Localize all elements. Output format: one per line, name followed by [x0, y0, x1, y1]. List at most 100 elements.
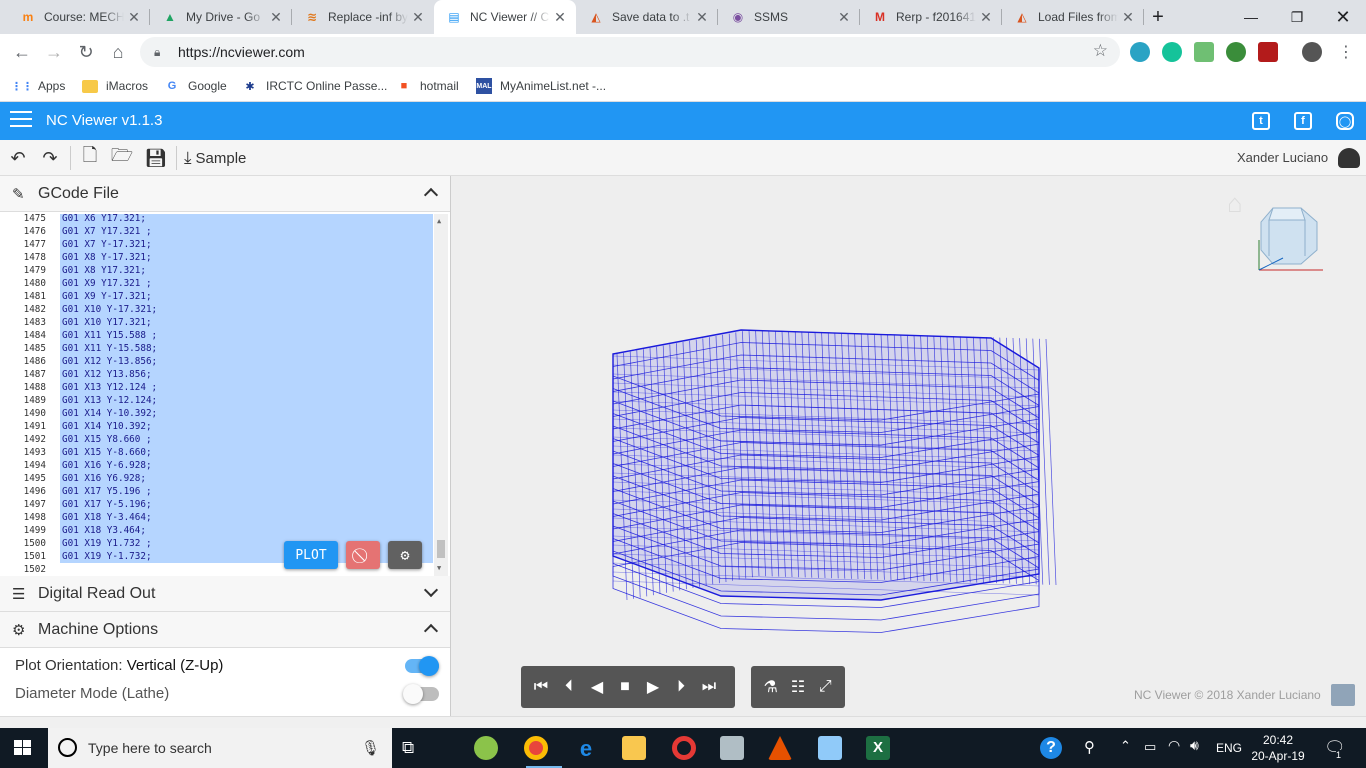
clear-cancel-icon[interactable]: ⃠ [346, 541, 380, 569]
help-icon[interactable]: ? [1040, 737, 1062, 759]
close-tab-icon[interactable]: ✕ [1118, 9, 1138, 26]
instagram-icon[interactable]: ◯ [1336, 112, 1354, 130]
notes-icon[interactable] [1331, 684, 1355, 706]
redo-icon[interactable]: ↷ [38, 146, 62, 170]
new-tab-button[interactable]: + [1143, 0, 1173, 34]
editor-scrollbar[interactable]: ▲ ▼ [434, 214, 448, 576]
task-view-icon[interactable]: ⧉ [402, 738, 414, 758]
people-icon[interactable]: ⚲ [1084, 738, 1095, 756]
flask-icon[interactable]: ⚗ [759, 675, 782, 699]
edge-icon[interactable]: e [574, 736, 598, 761]
restore-icon[interactable]: ❐ [1274, 0, 1320, 34]
browser-menu-icon[interactable]: ⋮ [1332, 38, 1360, 66]
address-bar[interactable]: 🔒︎ https://ncviewer.com ☆ [140, 37, 1120, 67]
profile-avatar[interactable] [1302, 42, 1322, 62]
close-tab-icon[interactable]: ✕ [550, 9, 570, 26]
line-number: 1484 [23, 330, 46, 341]
microphone-icon[interactable]: 🎙︎ [361, 739, 380, 757]
settings-gear-icon[interactable]: ⚙ [388, 541, 422, 569]
gcode-editor[interactable]: 1475 G01 X6 Y17.321; 1476 G01 X7 Y17.321 ; 1… [0, 214, 450, 576]
back-icon[interactable]: ← [8, 38, 36, 66]
action-center-icon[interactable]: 🗨︎ [1324, 738, 1346, 758]
sample-button[interactable]: ⤓ Sample [184, 146, 246, 170]
browser-tab[interactable]: m Course: MECH ✕ [8, 0, 150, 34]
browser-tab[interactable]: ▲ My Drive - Go ✕ [150, 0, 292, 34]
bookmark-item[interactable]: iMacros [82, 76, 148, 96]
undo-icon[interactable]: ↶ [6, 146, 30, 170]
fullscreen-icon[interactable]: ⤢ [814, 675, 837, 699]
plot-button[interactable]: PLOT [284, 541, 338, 569]
browser-tab[interactable]: ≋ Replace -inf by ✕ [292, 0, 434, 34]
bookmark-item[interactable]: ■ hotmail [396, 76, 459, 96]
scrollbar-thumb[interactable] [437, 540, 445, 558]
close-tab-icon[interactable]: ✕ [976, 9, 996, 26]
gcode-panel-header[interactable]: ✎ GCode File [0, 176, 450, 212]
matlab-taskbar-icon[interactable] [768, 736, 792, 760]
app-icon-grey[interactable] [720, 736, 744, 760]
plot-orientation-toggle[interactable] [405, 656, 439, 676]
step-forward-icon[interactable]: ⏵ [669, 675, 693, 699]
skip-to-start-icon[interactable]: ⏮ [529, 675, 553, 699]
excel-icon[interactable]: X [866, 736, 890, 760]
speedometer-icon[interactable] [1338, 148, 1360, 168]
chevron-up-tray-icon[interactable]: ⌃ [1120, 738, 1131, 754]
opera-icon[interactable] [672, 736, 696, 760]
browser-tab[interactable]: M Rerp - f201641 ✕ [860, 0, 1002, 34]
step-back-icon[interactable]: ⏴ [557, 675, 581, 699]
battery-icon[interactable]: ▭ [1144, 739, 1156, 755]
twitter-icon[interactable]: t [1252, 112, 1270, 130]
clock[interactable]: 20:42 20-Apr-19 [1248, 732, 1308, 764]
app-icon-green-ring[interactable] [474, 736, 498, 760]
skip-to-end-icon[interactable]: ⏭ [697, 675, 721, 699]
browser-tab[interactable]: ◭ Save data to .t ✕ [576, 0, 718, 34]
machine-options-header[interactable]: ⚙ Machine Options [0, 612, 450, 648]
open-folder-icon[interactable]: 🗁︎ [110, 145, 134, 170]
home-view-icon[interactable]: ⌂ [1227, 188, 1243, 219]
dro-panel-header[interactable]: ☰ Digital Read Out [0, 576, 450, 612]
rewind-icon[interactable]: ◀ [585, 675, 609, 699]
extension-mail-icon[interactable] [1194, 42, 1214, 62]
folder-icon [82, 79, 98, 93]
browser-tab[interactable]: ▤ NC Viewer // C ✕ [434, 0, 576, 34]
new-file-icon[interactable]: 🗋︎ [78, 145, 102, 170]
windows-start-icon[interactable] [14, 740, 32, 756]
save-icon[interactable]: 💾︎ [144, 146, 168, 170]
close-tab-icon[interactable]: ✕ [834, 9, 854, 26]
bookmark-star-icon[interactable]: ☆ [1093, 41, 1108, 61]
bookmark-item[interactable]: ✱ IRCTC Online Passe... [242, 76, 387, 96]
viewer-canvas[interactable]: ⌂ ⏮ ⏴ ◀ ■ ▶ ⏵ ⏭ ⚗ ☷ ⤢ NC Viewer © 2018 X… [451, 176, 1366, 716]
extension-shield-icon[interactable] [1258, 42, 1278, 62]
volume-icon[interactable]: 🔊︎ [1190, 737, 1199, 754]
home-icon[interactable]: ⌂ [104, 38, 132, 66]
bookmark-item[interactable]: G Google [164, 76, 227, 96]
extension-globe-icon[interactable] [1226, 42, 1246, 62]
bookmark-item[interactable]: MAL MyAnimeList.net -... [476, 76, 606, 96]
diameter-mode-toggle[interactable] [403, 684, 439, 704]
grammarly-icon[interactable] [1162, 42, 1182, 62]
bookmark-item[interactable]: ⋮⋮ Apps [11, 76, 65, 96]
gcode-line: 1493 G01 X15 Y-8.660; [0, 446, 450, 459]
view-cube[interactable] [1253, 200, 1333, 280]
close-window-icon[interactable]: ✕ [1320, 0, 1366, 34]
close-tab-icon[interactable]: ✕ [692, 9, 712, 26]
facebook-icon[interactable]: f [1294, 112, 1312, 130]
minimize-icon[interactable]: — [1228, 0, 1274, 34]
play-icon[interactable]: ▶ [641, 675, 665, 699]
browser-tab[interactable]: ◉ SSMS ✕ [718, 0, 860, 34]
language-indicator[interactable]: ENG [1216, 741, 1242, 755]
extension-gear-icon[interactable] [1130, 42, 1150, 62]
reload-icon[interactable]: ↻ [72, 38, 100, 66]
hamburger-menu-icon[interactable] [10, 111, 32, 131]
chrome-icon[interactable] [524, 736, 548, 760]
wifi-icon[interactable]: ◠ [1168, 737, 1180, 754]
close-tab-icon[interactable]: ✕ [408, 9, 428, 26]
file-explorer-icon[interactable] [622, 736, 646, 760]
taskbar-search-box[interactable]: Type here to search 🎙︎ [48, 728, 392, 768]
browser-tab[interactable]: ◭ Load Files from ✕ [1002, 0, 1144, 34]
sliders-icon[interactable]: ☷ [786, 675, 809, 699]
close-tab-icon[interactable]: ✕ [266, 9, 286, 26]
forward-icon[interactable]: → [40, 38, 68, 66]
stop-icon[interactable]: ■ [613, 675, 637, 699]
close-tab-icon[interactable]: ✕ [124, 9, 144, 26]
app-icon-light-blue[interactable] [818, 736, 842, 760]
